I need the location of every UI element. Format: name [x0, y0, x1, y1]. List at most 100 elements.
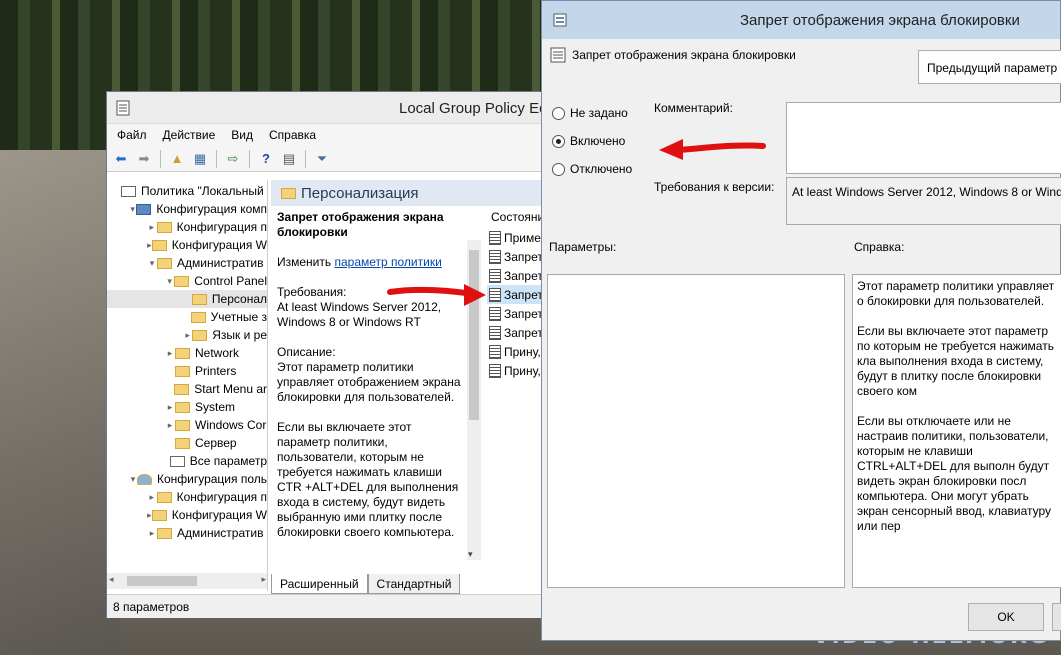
tree-node[interactable]: Политика "Локальный: [107, 182, 267, 200]
tree-node-label: Конфигурация комп: [156, 202, 267, 216]
list-item-label: Запрет: [504, 325, 543, 340]
tree-node[interactable]: Персонал: [107, 290, 267, 308]
folder-icon: [157, 257, 172, 269]
folder-icon: [175, 419, 190, 431]
tree-node[interactable]: ▸ Конфигурация W: [107, 236, 267, 254]
scroll-right-icon[interactable]: ▸: [261, 574, 266, 585]
radio-circle-icon[interactable]: [552, 106, 565, 120]
radio-selected-icon[interactable]: [552, 134, 565, 148]
tree-node[interactable]: ▸ Windows Cor: [107, 416, 267, 434]
list-item-label: Запрет: [504, 306, 543, 321]
properties-icon[interactable]: ▤: [279, 149, 299, 169]
tree-node[interactable]: ▸ Конфигурация п: [107, 218, 267, 236]
menu-help[interactable]: Справка: [269, 128, 316, 142]
tree-node[interactable]: Все параметр: [107, 452, 267, 470]
folder-icon: [175, 347, 190, 359]
tree-node[interactable]: ▾ Конфигурация комп: [107, 200, 267, 218]
previous-setting-button[interactable]: Предыдущий параметр: [918, 50, 1061, 84]
tree-node-label: Административ: [177, 256, 264, 270]
policy-setting-dialog: Запрет отображения экрана блокировки Зап…: [541, 0, 1061, 641]
list-item[interactable]: Приме: [487, 228, 547, 247]
params-label: Параметры:: [549, 240, 617, 254]
menu-bar: Файл Действие Вид Справка: [107, 124, 545, 146]
status-bar: 8 параметров: [107, 594, 547, 618]
tree-node-label: Control Panel: [194, 274, 267, 288]
folder-icon: [175, 437, 190, 449]
tree-node[interactable]: Учетные з: [107, 308, 267, 326]
help-paragraph-2: Если вы включаете этот параметр по котор…: [857, 324, 1054, 398]
expand-arrow-icon[interactable]: ▾: [147, 258, 157, 269]
back-arrow-icon[interactable]: ⬅: [111, 149, 131, 169]
radio-not-configured[interactable]: Не задано: [552, 106, 628, 120]
tree-node[interactable]: ▸ System: [107, 398, 267, 416]
expand-arrow-icon[interactable]: ▸: [147, 528, 157, 539]
tree-node[interactable]: Сервер: [107, 434, 267, 452]
tree-horizontal-scrollbar[interactable]: ◂ ▸: [107, 573, 267, 589]
list-item[interactable]: Прину,: [487, 342, 547, 361]
tree-node[interactable]: ▾ Административ: [107, 254, 267, 272]
menu-action[interactable]: Действие: [163, 128, 216, 142]
menu-file[interactable]: Файл: [117, 128, 147, 142]
export-list-icon[interactable]: ⇨: [223, 149, 243, 169]
expand-arrow-icon[interactable]: ▸: [165, 420, 175, 431]
expand-arrow-icon[interactable]: ▾: [165, 276, 174, 287]
tab-extended[interactable]: Расширенный: [271, 574, 368, 594]
filter-icon[interactable]: ⏷: [312, 149, 332, 169]
radio-enabled[interactable]: Включено: [552, 134, 625, 148]
tab-standard[interactable]: Стандартный: [367, 574, 461, 594]
expand-arrow-icon[interactable]: ▾: [129, 204, 136, 215]
expand-arrow-icon[interactable]: ▸: [147, 222, 157, 233]
tree-node[interactable]: Printers: [107, 362, 267, 380]
tree-node-label: Printers: [195, 364, 237, 378]
radio-circle-icon[interactable]: [552, 162, 565, 176]
show-hide-tree-icon[interactable]: ▦: [190, 149, 210, 169]
tree-node-label: Сервер: [195, 436, 237, 450]
description-scrollbar[interactable]: ▾: [467, 240, 481, 560]
requirements-label: Требования:: [277, 285, 347, 299]
tree-node-label: Конфигурация W: [171, 508, 267, 522]
tree-node[interactable]: ▸ Network: [107, 344, 267, 362]
up-folder-icon[interactable]: ▲: [167, 149, 187, 169]
document-icon: [169, 455, 185, 467]
list-item[interactable]: Прину,: [487, 361, 547, 380]
view-tabs: Расширенный Стандартный: [271, 574, 461, 594]
ok-button[interactable]: OK: [968, 603, 1044, 631]
scroll-left-icon[interactable]: ◂: [109, 574, 114, 585]
list-item[interactable]: Запрет: [487, 304, 547, 323]
expand-arrow-icon[interactable]: ▸: [183, 330, 192, 341]
comment-textarea[interactable]: [786, 102, 1061, 174]
tree-node[interactable]: ▾ Control Panel: [107, 272, 267, 290]
list-item[interactable]: Запрет: [487, 285, 547, 304]
tree-node[interactable]: Start Menu ar: [107, 380, 267, 398]
expand-arrow-icon[interactable]: ▸: [147, 492, 157, 503]
forward-arrow-icon[interactable]: ➡: [134, 149, 154, 169]
expand-arrow-icon[interactable]: ▸: [165, 348, 175, 359]
radio-disabled[interactable]: Отключено: [552, 162, 632, 176]
list-item[interactable]: Запрет: [487, 323, 547, 342]
expand-arrow-icon[interactable]: ▾: [129, 474, 137, 485]
menu-view[interactable]: Вид: [231, 128, 253, 142]
policy-setting-icon: [489, 230, 501, 245]
cancel-button[interactable]: [1052, 603, 1061, 631]
desktop-rock-background: [0, 150, 120, 655]
list-item[interactable]: Запрет: [487, 266, 547, 285]
list-item[interactable]: Запрет: [487, 247, 547, 266]
dialog-header: Запрет отображения экрана блокировки: [550, 47, 796, 63]
user-icon: [136, 473, 152, 485]
tree-node[interactable]: ▸ Конфигурация п: [107, 488, 267, 506]
requirements-text: At least Windows Server 2012, Windows 8 …: [277, 300, 442, 329]
tree-node-label: Персонал: [211, 292, 267, 306]
list-header-state[interactable]: Состояни: [487, 206, 547, 228]
tree-node[interactable]: ▸ Язык и ре: [107, 326, 267, 344]
tree-node[interactable]: ▸ Административ: [107, 524, 267, 542]
help-icon[interactable]: ?: [256, 149, 276, 169]
group-policy-editor-window: Local Group Policy Ed Файл Действие Вид …: [106, 91, 548, 618]
tree-node[interactable]: ▸ Конфигурация W: [107, 506, 267, 524]
settings-list: Состояни Приме Запрет Запрет Запрет Запрет За…: [487, 206, 547, 576]
edit-policy-link[interactable]: параметр политики: [334, 255, 441, 269]
title-bar: Local Group Policy Ed: [107, 92, 548, 124]
window-title: Local Group Policy Ed: [399, 100, 548, 117]
tree-node[interactable]: ▾ Конфигурация поль: [107, 470, 267, 488]
scroll-down-icon[interactable]: ▾: [468, 549, 473, 560]
expand-arrow-icon[interactable]: ▸: [165, 402, 175, 413]
